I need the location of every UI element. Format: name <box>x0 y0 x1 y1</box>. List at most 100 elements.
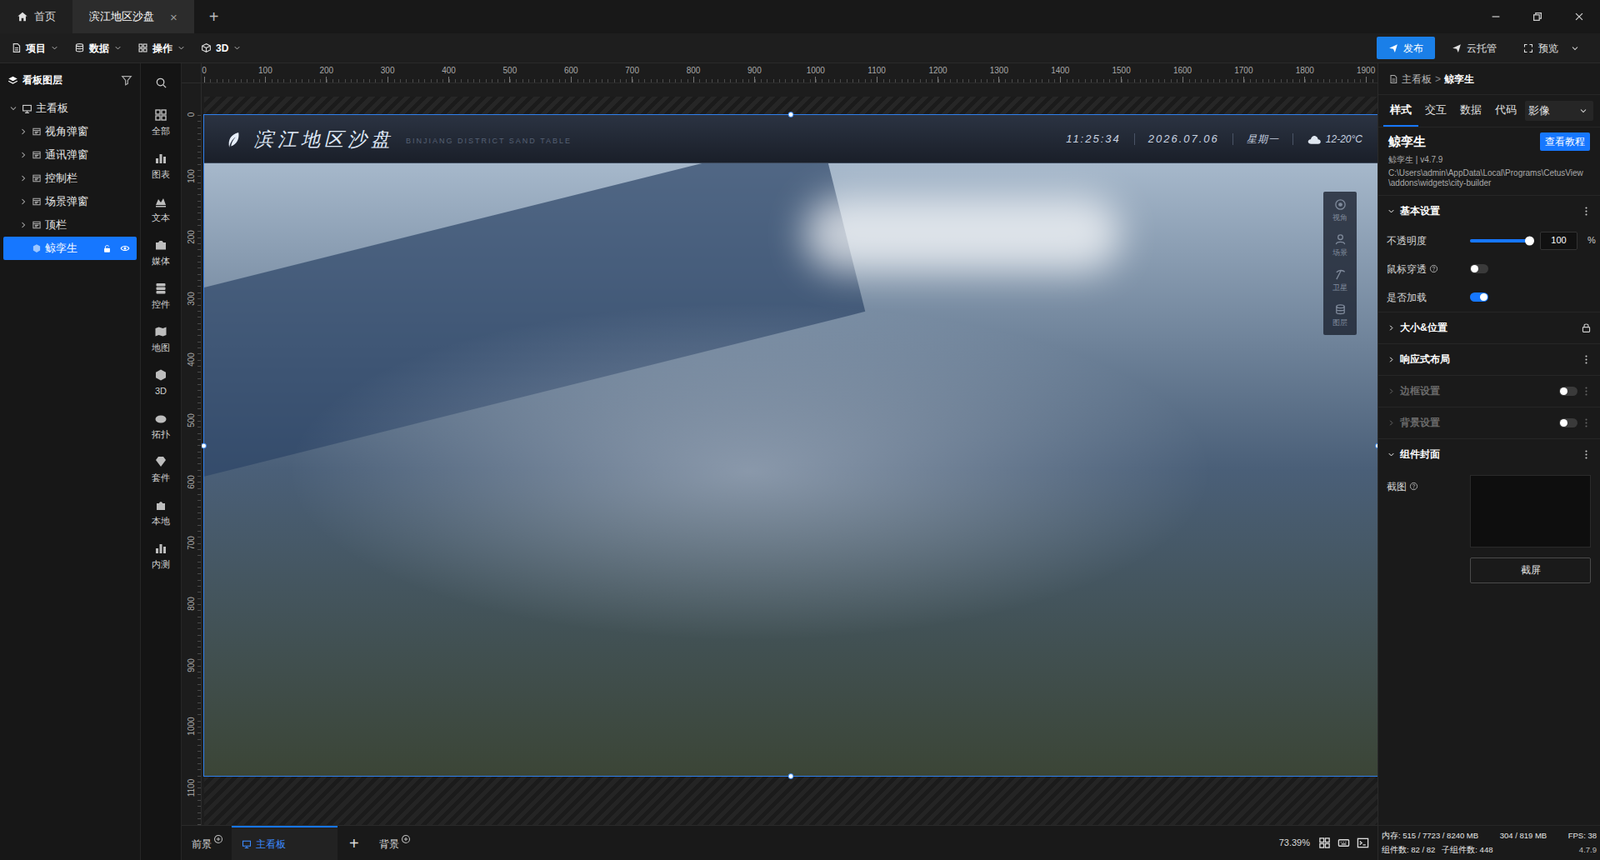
layer-row[interactable]: 视角弹窗 <box>3 120 137 144</box>
menu-item[interactable]: 项目 <box>3 33 67 63</box>
inspector-tab[interactable]: 交互 <box>1418 95 1454 127</box>
toolbox-item[interactable]: 文本 <box>140 188 181 232</box>
resize-handle[interactable] <box>788 773 795 780</box>
sections: 基本设置不透明度100%鼠标穿透是否加载大小&位置响应式布局边框设置背景设置组件… <box>1378 195 1600 594</box>
title-tab[interactable]: 滨江地区沙盘× <box>72 0 195 34</box>
section-title: 大小&位置 <box>1400 320 1448 335</box>
home-icon <box>16 10 29 23</box>
section-header[interactable]: 背景设置 <box>1378 407 1600 439</box>
ruler-marks: 0100200300400500600700800900100011001200… <box>201 63 1378 83</box>
help-icon <box>1409 481 1419 491</box>
ruler-tick <box>998 76 1000 83</box>
breadcrumb-item[interactable]: 主看板 <box>1401 71 1432 87</box>
layer-row[interactable]: 鲸孪生 <box>3 236 137 260</box>
layer-row[interactable]: 顶栏 <box>3 213 137 237</box>
field-label: 不透明度 <box>1386 233 1470 249</box>
slider-knob[interactable] <box>1525 235 1535 245</box>
toolbox-item[interactable]: 拓扑 <box>140 405 181 449</box>
ruler-mark: 600 <box>540 63 602 83</box>
preview-button[interactable]: 预览 <box>1513 36 1590 60</box>
inspector-section: 边框设置 <box>1378 375 1600 407</box>
search-button[interactable] <box>140 63 181 102</box>
value-field[interactable]: 100 <box>1540 231 1578 250</box>
weather: 12-20°C <box>1306 131 1363 147</box>
title-tab[interactable]: 首页 <box>0 0 73 34</box>
layer-row[interactable]: 场景弹窗 <box>3 190 137 214</box>
toolbox-item[interactable]: 全部 <box>140 101 181 145</box>
scene-tool[interactable]: 场景 <box>1323 228 1357 264</box>
toolbox-item[interactable]: 地图 <box>140 318 181 362</box>
tutorial-button[interactable]: 查看教程 <box>1540 132 1590 151</box>
group-icon <box>31 126 42 137</box>
toggle-switch[interactable] <box>1470 292 1489 302</box>
menu-label: 项目 <box>25 40 46 56</box>
layer-toggle[interactable]: 前景 <box>183 834 232 852</box>
slider[interactable]: 100% <box>1470 231 1596 250</box>
scene-tool[interactable]: 图层 <box>1323 298 1357 334</box>
section-header[interactable]: 组件封面 <box>1378 439 1600 470</box>
layer-panel-header: 看板图层 <box>0 63 140 97</box>
scene-tool-icon <box>1334 303 1347 316</box>
ruler-mark: 1100 <box>845 63 907 83</box>
layer-toggle[interactable]: 背景 <box>370 834 420 852</box>
add-board-button[interactable]: + <box>337 835 371 852</box>
toolbox-item[interactable]: 图表 <box>140 145 181 189</box>
toolbox-item[interactable]: 本地 <box>140 491 181 535</box>
inspector-tab[interactable]: 样式 <box>1383 95 1419 127</box>
board-tab[interactable]: 主看板 <box>231 825 338 860</box>
dashboard[interactable]: 滨江地区沙盘BINJIANG DISTRICT SAND TABLE11:25:… <box>204 115 1378 776</box>
temperature: 12-20°C <box>1325 131 1363 147</box>
section-header[interactable]: 大小&位置 <box>1378 312 1600 344</box>
menu-label: 3D <box>215 40 229 56</box>
menu-item[interactable]: 3D <box>193 33 250 63</box>
restore-button[interactable] <box>1516 0 1559 34</box>
toolbox-item[interactable]: 3D <box>140 361 181 405</box>
ruler-label: 400 <box>441 65 456 77</box>
scene-toolbar: 视角场景卫星图层 <box>1323 191 1357 335</box>
section-header[interactable]: 基本设置 <box>1378 195 1600 227</box>
cloud-host-button[interactable]: 云托管 <box>1441 36 1507 60</box>
minimize-button[interactable] <box>1475 0 1517 34</box>
toggle-switch[interactable] <box>1559 418 1578 428</box>
close-button[interactable] <box>1558 0 1600 34</box>
new-tab-button[interactable]: + <box>194 0 235 34</box>
scene-tool[interactable]: 视角 <box>1323 193 1357 229</box>
screenshot-button[interactable]: 截屏 <box>1470 557 1591 584</box>
layer-row[interactable]: 通讯弹窗 <box>3 143 137 167</box>
divider <box>1232 133 1234 145</box>
ruler-mark: 600 <box>181 451 201 513</box>
publish-button[interactable]: 发布 <box>1376 36 1435 60</box>
cloud-icon <box>1306 131 1322 147</box>
panel-title: 看板图层 <box>22 72 63 88</box>
resize-handle[interactable] <box>788 111 795 118</box>
close-tab-button[interactable]: × <box>170 10 178 24</box>
section-header[interactable]: 边框设置 <box>1378 375 1600 407</box>
section-header[interactable]: 响应式布局 <box>1378 344 1600 375</box>
toolbox-item[interactable]: 内测 <box>140 535 181 579</box>
clock: 11:25:34 <box>1065 130 1121 148</box>
layer-label: 鲸孪生 <box>45 240 78 257</box>
layer-row[interactable]: 主看板 <box>3 96 137 120</box>
toolbox-item[interactable]: 控件 <box>140 275 181 319</box>
menu-item[interactable]: 操作 <box>130 33 194 63</box>
canvas-margin-bottom <box>204 775 1378 825</box>
value-text: 100 <box>1540 233 1577 248</box>
inspector-tab[interactable]: 代码 <box>1488 95 1524 127</box>
resize-handle[interactable] <box>1375 442 1378 449</box>
toggle-switch[interactable] <box>1559 386 1578 396</box>
chevron-down-icon <box>50 43 60 53</box>
ruler-mark: 1400 <box>1030 63 1091 83</box>
widget-path: C:\Users\admin\AppData\Local\Programs\Ce… <box>1388 168 1590 189</box>
inspector-tab-dropdown[interactable]: 影像 <box>1525 100 1594 121</box>
field-label: 鼠标穿透 <box>1386 261 1470 277</box>
menu-item[interactable]: 数据 <box>66 33 130 63</box>
tool-label: 拓扑 <box>151 427 170 442</box>
ruler-tick <box>937 76 939 83</box>
toolbox-item[interactable]: 套件 <box>140 448 181 492</box>
ruler-minor-ticks <box>197 115 201 825</box>
layer-row[interactable]: 控制栏 <box>3 166 137 190</box>
toolbox-item[interactable]: 媒体 <box>140 231 181 275</box>
scene-tool[interactable]: 卫星 <box>1323 263 1357 299</box>
inspector-tab[interactable]: 数据 <box>1453 95 1489 127</box>
toggle-switch[interactable] <box>1470 264 1489 274</box>
